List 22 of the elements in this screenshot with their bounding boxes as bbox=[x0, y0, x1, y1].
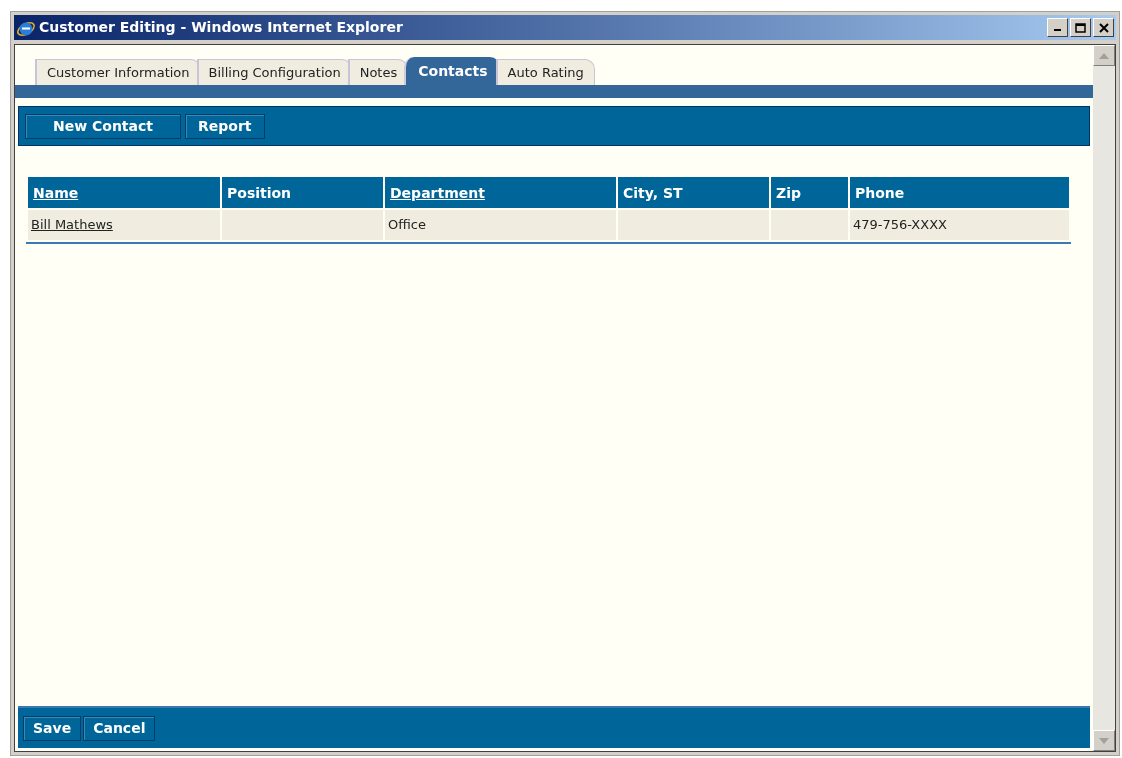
close-icon bbox=[1098, 22, 1109, 33]
footer-button[interactable]: Cancel bbox=[83, 715, 156, 741]
name-column-header[interactable]: Name bbox=[33, 184, 79, 201]
footer-button[interactable]: Save bbox=[23, 715, 82, 741]
scroll-up-button[interactable] bbox=[1093, 45, 1115, 66]
down-arrow-icon bbox=[1099, 737, 1109, 744]
table-cell: 479-756-XXXX bbox=[853, 217, 947, 233]
minimize-button[interactable] bbox=[1047, 18, 1068, 37]
phone-column-header: Phone bbox=[855, 184, 905, 201]
up-arrow-icon bbox=[1099, 52, 1109, 59]
zip-column-header: Zip bbox=[776, 184, 801, 201]
maximize-icon bbox=[1075, 22, 1086, 33]
table-cell: Office bbox=[388, 217, 426, 233]
toolbar-button[interactable]: New Contact bbox=[25, 113, 181, 139]
city-column-header: City, ST bbox=[623, 184, 683, 201]
close-button[interactable] bbox=[1093, 18, 1114, 37]
scroll-down-button[interactable] bbox=[1093, 730, 1115, 751]
toolbar-button[interactable]: Report bbox=[185, 113, 265, 139]
maximize-button[interactable] bbox=[1070, 18, 1091, 37]
position-column-header: Position bbox=[227, 184, 292, 201]
window-title: Customer Editing - Windows Internet Explorer bbox=[39, 18, 403, 37]
tab[interactable]: Auto Rating bbox=[495, 59, 595, 85]
